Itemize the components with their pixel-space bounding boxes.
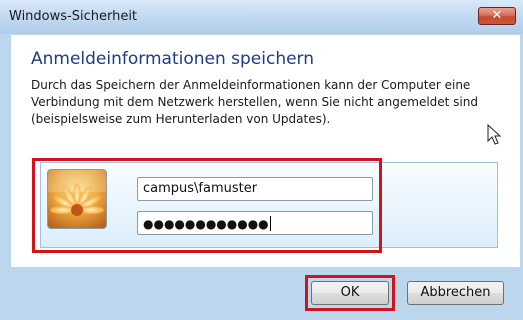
- window-title: Windows-Sicherheit: [9, 9, 138, 24]
- mouse-cursor-icon: [487, 124, 502, 145]
- dialog-description: Durch das Speichern der Anmeldeinformati…: [31, 78, 478, 126]
- dialog-heading: Anmeldeinformationen speichern: [31, 49, 315, 69]
- credential-highlight-box: [32, 158, 382, 253]
- cancel-button[interactable]: Abbrechen: [407, 281, 504, 305]
- security-dialog: Windows-Sicherheit ✕ Anmeldeinformatione…: [0, 0, 523, 320]
- title-bar[interactable]: Windows-Sicherheit ✕: [0, 0, 523, 34]
- ok-highlight-box: [305, 275, 395, 311]
- close-button[interactable]: ✕: [478, 7, 516, 25]
- dialog-content: Anmeldeinformationen speichern Durch das…: [11, 35, 520, 267]
